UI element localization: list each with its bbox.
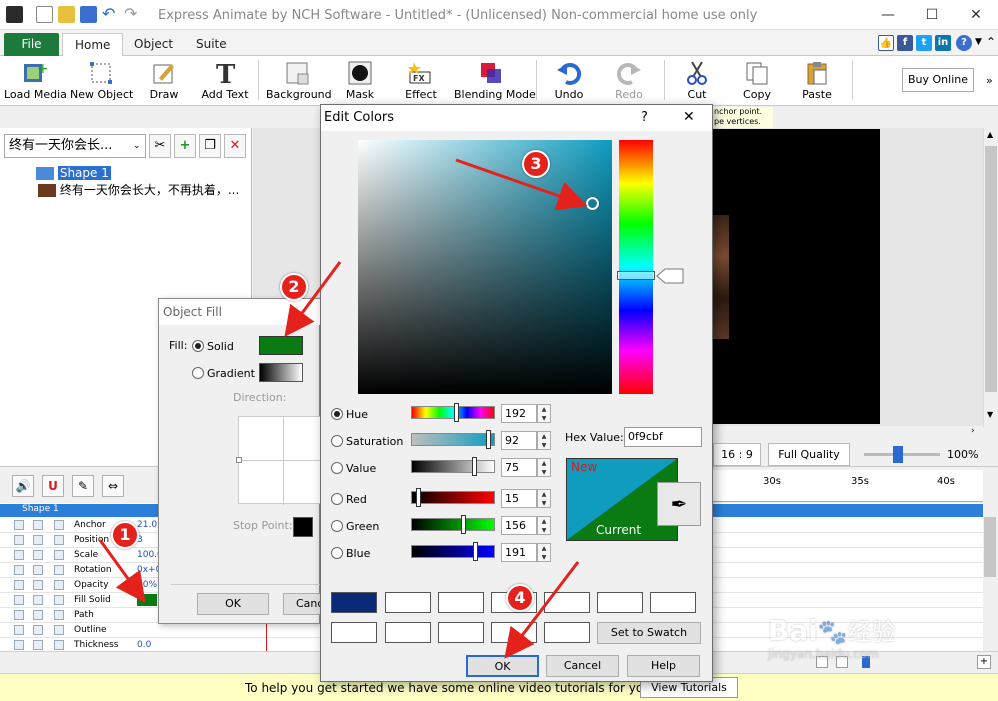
annotation-badge: 3	[522, 150, 550, 178]
annotation-badge: 4	[506, 584, 534, 612]
watermark-cn: 经验	[847, 618, 896, 646]
paw-icon: 🐾	[817, 618, 848, 646]
annotation-arrows	[98, 158, 588, 659]
annotation-badge: 1	[111, 521, 139, 549]
annotation-arrow	[455, 158, 588, 211]
watermark-brand: Bai	[768, 614, 818, 647]
watermark-url: jingyan.baidu.com	[768, 647, 879, 661]
baidu-watermark: Bai🐾经验 jingyan.baidu.com	[768, 612, 948, 668]
annotation-arrow	[98, 539, 146, 603]
annotation-badge: 2	[280, 273, 308, 301]
